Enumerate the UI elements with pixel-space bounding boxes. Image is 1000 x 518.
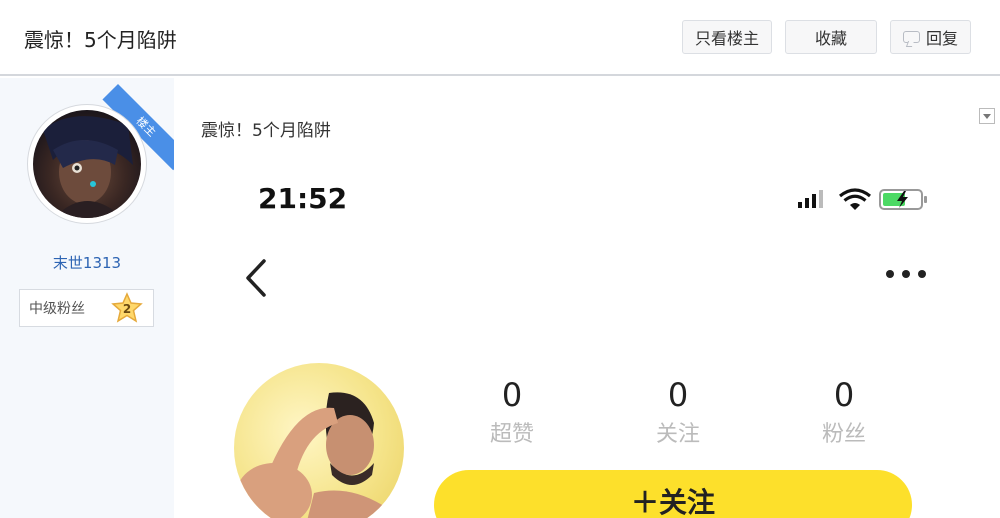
thread-header: 震惊！5个月陷阱 只看楼主 收藏 回复 [0, 0, 1000, 76]
only-op-button[interactable]: 只看楼主 [682, 20, 772, 54]
post-title: 震惊！5个月陷阱 [201, 121, 331, 141]
author-panel: 楼主 末世1313 中级粉丝 2 [0, 78, 174, 518]
post-content: 震惊！5个月陷阱 21:52 0 超赞 0 关注 0 粉丝 ＋关注 [174, 78, 1000, 518]
stat-following[interactable]: 0 关注 [618, 376, 738, 448]
only-op-label: 只看楼主 [694, 29, 759, 48]
stat-likes[interactable]: 0 超赞 [452, 376, 572, 448]
more-options-icon[interactable] [886, 270, 926, 278]
follow-button[interactable]: ＋关注 [434, 470, 912, 518]
stat-fans[interactable]: 0 粉丝 [784, 376, 904, 448]
stat-fans-value: 0 [833, 376, 855, 414]
back-chevron-icon[interactable] [242, 258, 268, 298]
profile-avatar-illustration [236, 392, 394, 518]
stat-following-label: 关注 [655, 422, 700, 447]
favorite-button[interactable]: 收藏 [785, 20, 877, 54]
stat-likes-value: 0 [501, 376, 523, 414]
profile-avatar[interactable] [234, 363, 404, 518]
fan-level-badge[interactable]: 中级粉丝 2 [19, 289, 154, 327]
phone-clock: 21:52 [258, 182, 348, 215]
reply-label: 回复 [925, 29, 958, 48]
signal-icon [798, 202, 802, 208]
fan-level-label: 中级粉丝 [29, 301, 85, 317]
author-avatar-frame[interactable] [27, 104, 147, 224]
phone-status-icons [798, 188, 927, 210]
thread-title: 震惊！5个月陷阱 [24, 28, 177, 52]
reply-icon [902, 31, 920, 43]
level-star-icon: 2 [111, 292, 143, 323]
level-number: 2 [123, 302, 131, 316]
stat-likes-label: 超赞 [489, 422, 534, 447]
avatar-illustration [43, 116, 133, 218]
favorite-label: 收藏 [814, 29, 847, 48]
stat-following-value: 0 [667, 376, 689, 414]
reply-button[interactable]: 回复 [890, 20, 971, 54]
embedded-screenshot[interactable]: 21:52 0 超赞 0 关注 0 粉丝 ＋关注 [174, 168, 1000, 518]
post-menu-dropdown[interactable] [979, 108, 995, 124]
avatar[interactable] [33, 110, 141, 218]
stat-fans-label: 粉丝 [821, 422, 866, 447]
author-username[interactable]: 末世1313 [0, 252, 174, 273]
